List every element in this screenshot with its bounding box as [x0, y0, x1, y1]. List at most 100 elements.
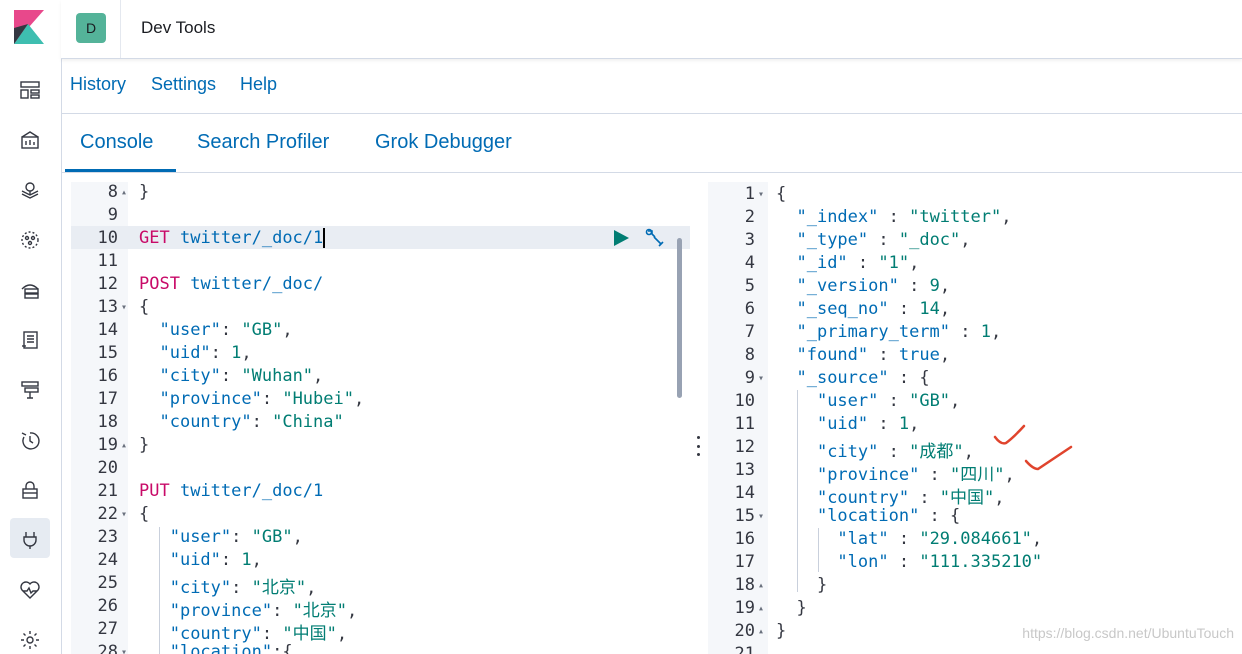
settings-link[interactable]: Settings [151, 74, 216, 95]
editor-scrollbar[interactable] [677, 238, 682, 398]
page-title: Dev Tools [141, 18, 216, 37]
code-line: "country": "China" [139, 412, 343, 432]
code-line: "location":{ [139, 642, 293, 654]
code-token: , [313, 366, 324, 386]
dev-tools-icon[interactable] [17, 527, 43, 553]
code-line: "_primary_term" : 1, [776, 322, 1001, 342]
code-token: : [251, 412, 273, 432]
code-line: "lon" : "111.335210" [776, 552, 1042, 572]
code-line: } [776, 575, 827, 595]
code-line: "country": "中国", [139, 619, 347, 644]
code-token: "user" [159, 320, 221, 340]
fold-up-icon[interactable]: ▴ [758, 580, 764, 591]
code-token: "GB" [251, 527, 293, 547]
fold-up-icon[interactable]: ▴ [121, 187, 127, 198]
code-token: { [776, 184, 787, 204]
fold-down-icon[interactable]: ▾ [121, 509, 127, 520]
canvas-icon[interactable] [17, 127, 43, 153]
code-token: , [347, 601, 358, 621]
apm-icon[interactable] [17, 377, 43, 403]
code-token: "Hubei" [282, 389, 354, 409]
code-token: "_id" [796, 253, 848, 273]
dashboard-icon[interactable] [17, 77, 43, 103]
code-token: : [888, 552, 920, 572]
code-line: } [139, 182, 149, 202]
line-number: 19 [734, 598, 755, 618]
fold-down-icon[interactable]: ▾ [758, 511, 764, 522]
play-icon[interactable] [612, 228, 630, 248]
line-number: 16 [97, 366, 118, 386]
code-token: : { [888, 368, 930, 388]
tab-grok-debugger[interactable]: Grok Debugger [375, 131, 512, 154]
line-number: 17 [734, 552, 755, 572]
tab-console[interactable]: Console [80, 131, 153, 154]
indent-guide [159, 527, 160, 654]
code-token: : [231, 527, 252, 547]
indent-guide [797, 390, 798, 592]
pane-resize-handle[interactable] [696, 436, 700, 456]
fold-up-icon[interactable]: ▴ [758, 626, 764, 637]
uptime-icon[interactable] [17, 427, 43, 453]
maps-icon[interactable] [17, 177, 43, 203]
code-token: "_source" [796, 368, 889, 388]
code-token: , [994, 488, 1005, 508]
code-line: "location" : { [776, 506, 960, 526]
code-token: , [939, 299, 951, 319]
kibana-logo-icon[interactable] [14, 10, 44, 44]
top-menu: History Settings Help [61, 59, 1242, 114]
line-number: 18 [97, 412, 118, 432]
fold-down-icon[interactable]: ▾ [758, 189, 764, 200]
fold-down-icon[interactable]: ▾ [121, 647, 127, 654]
space-avatar[interactable]: D [76, 13, 106, 43]
ml-icon[interactable] [17, 227, 43, 253]
code-token: , [1004, 465, 1015, 485]
code-line: POST twitter/_doc/ [139, 274, 323, 294]
line-number: 25 [97, 573, 118, 593]
watermark: https://blog.csdn.net/UbuntuTouch [1022, 625, 1234, 641]
management-icon[interactable] [17, 627, 43, 653]
logs-icon[interactable] [17, 327, 43, 353]
code-line: "province" : "四川", [776, 460, 1015, 485]
code-line: { [776, 184, 786, 204]
fold-up-icon[interactable]: ▴ [758, 603, 764, 614]
line-number: 24 [97, 550, 118, 570]
code-token: : [909, 488, 940, 508]
help-link[interactable]: Help [240, 74, 277, 95]
line-number: 28 [97, 642, 118, 654]
line-number: 12 [97, 274, 118, 294]
code-token: , [990, 322, 1002, 342]
siem-icon[interactable] [17, 477, 43, 503]
code-token: : [261, 624, 283, 644]
fold-down-icon[interactable]: ▾ [121, 302, 127, 313]
line-number: 4 [744, 253, 755, 273]
request-editor[interactable]: 8 ▴} 9 10 GET twitter/_doc/1 11 12 POST twitter… [71, 182, 690, 654]
code-token: "found" [796, 345, 869, 365]
wrench-icon[interactable] [644, 227, 666, 249]
fold-down-icon[interactable]: ▾ [758, 373, 764, 384]
infrastructure-icon[interactable] [17, 277, 43, 303]
code-token: "_doc" [898, 230, 961, 250]
code-token: : [272, 601, 293, 621]
code-token: : [220, 320, 242, 340]
line-number: 2 [744, 207, 755, 227]
code-line: "user" : "GB", [776, 391, 960, 411]
code-line: "_type" : "_doc", [776, 230, 970, 250]
line-number: 20 [97, 458, 118, 478]
history-link[interactable]: History [70, 74, 126, 95]
code-token: "lon" [837, 552, 889, 572]
monitoring-icon[interactable] [17, 577, 43, 603]
fold-up-icon[interactable]: ▴ [121, 440, 127, 451]
tab-search-profiler[interactable]: Search Profiler [197, 131, 329, 154]
code-token: : [210, 343, 232, 363]
line-number: 6 [744, 299, 755, 319]
code-token: "中国" [282, 624, 337, 644]
line-number: 16 [734, 529, 755, 549]
code-token: : [868, 230, 899, 250]
code-token: : [898, 276, 930, 296]
